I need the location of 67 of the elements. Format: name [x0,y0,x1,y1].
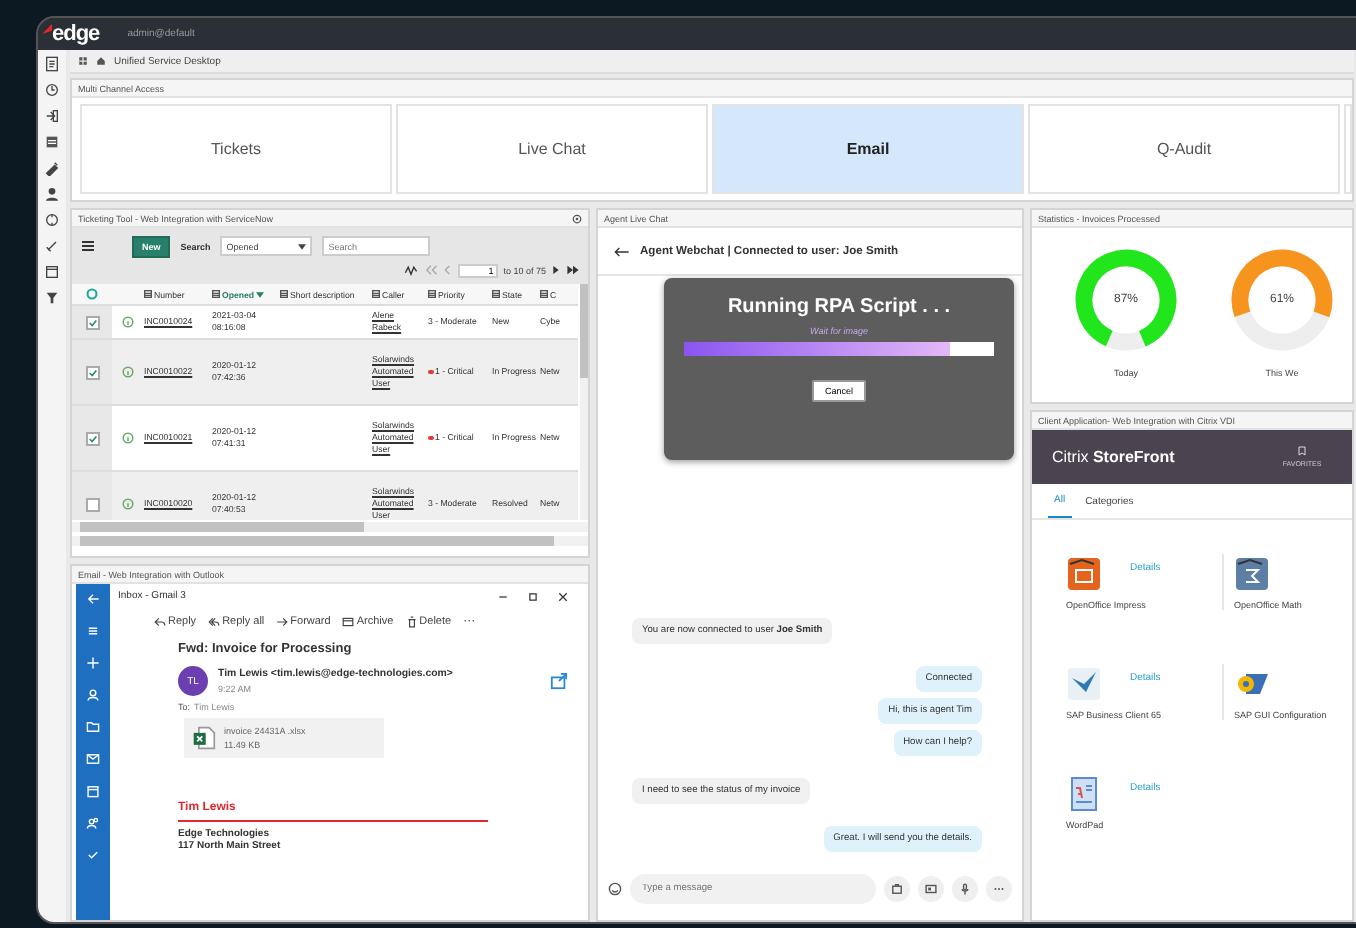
user-icon[interactable] [44,186,60,202]
row-checkbox[interactable] [85,431,99,445]
app-icon[interactable] [1066,555,1102,591]
last-page-icon[interactable] [566,264,580,276]
attachment-button[interactable] [884,875,910,901]
people-icon[interactable] [86,816,100,830]
clock-icon[interactable] [44,82,60,98]
archive-icon [342,615,355,627]
row-checkbox[interactable] [85,365,99,379]
horizontal-scrollbar[interactable] [72,536,588,546]
logo-mark-icon [42,24,52,34]
folder-icon[interactable] [86,720,100,734]
channel-tile[interactable]: Q-Audit [1028,104,1340,194]
column-menu-icon [428,290,436,298]
check-icon[interactable] [86,848,100,862]
card-button[interactable] [918,875,944,901]
dialog-title: Running RPA Script . . . [727,296,951,318]
calendar-icon[interactable] [44,264,60,280]
storefront-brand: Citrix StoreFront [1052,448,1175,466]
spreadsheet-file-icon [192,726,216,750]
row-checkbox[interactable] [85,315,99,329]
card-icon [924,881,938,895]
forward-arrow-icon [276,615,289,627]
channel-tile[interactable]: Email [712,104,1024,194]
maximize-icon[interactable] [528,591,538,601]
filter-icon[interactable] [44,290,60,306]
pen-icon[interactable] [44,160,60,176]
plus-icon[interactable] [86,656,100,670]
sort-down-icon [256,291,264,297]
person-icon[interactable] [86,688,100,702]
logo: edge [52,22,100,46]
column-menu-icon [280,290,288,298]
column-menu-icon [144,290,152,298]
info-icon[interactable] [122,316,134,328]
menu-icon[interactable] [80,238,96,254]
microphone-icon [958,881,972,895]
app-icon[interactable] [1234,555,1270,591]
caret-icon [298,243,307,249]
vertical-scrollbar[interactable] [580,284,588,520]
minimize-icon[interactable] [498,591,508,601]
database-icon[interactable] [44,134,60,150]
document-icon[interactable] [44,56,60,72]
chart-icon[interactable] [403,264,418,276]
column-menu-icon [372,290,380,298]
next-page-icon[interactable] [552,264,560,276]
reply-icon [154,615,166,627]
channel-tile[interactable]: Tickets [80,104,392,194]
close-icon[interactable] [558,591,568,601]
sign-in-icon[interactable] [44,108,60,124]
attachment-icon [890,881,904,895]
home-icon[interactable] [96,56,106,66]
emoji-icon[interactable] [608,881,622,895]
grid-icon[interactable] [78,56,88,66]
mail-icon[interactable] [86,752,100,766]
row-checkbox[interactable] [85,497,99,511]
pop-out-icon[interactable] [550,672,568,690]
column-menu-icon [540,290,548,298]
channel-tile[interactable]: Live Chat [396,104,708,194]
reply-all-icon [208,615,221,627]
column-menu-icon [492,290,500,298]
column-menu-icon [212,290,220,298]
bookmark-icon [1298,446,1307,456]
info-icon[interactable] [122,432,134,444]
back-arrow-icon[interactable] [614,245,630,257]
horizontal-scrollbar[interactable] [72,522,588,532]
microphone-button[interactable] [952,875,978,901]
trash-icon [405,615,418,627]
